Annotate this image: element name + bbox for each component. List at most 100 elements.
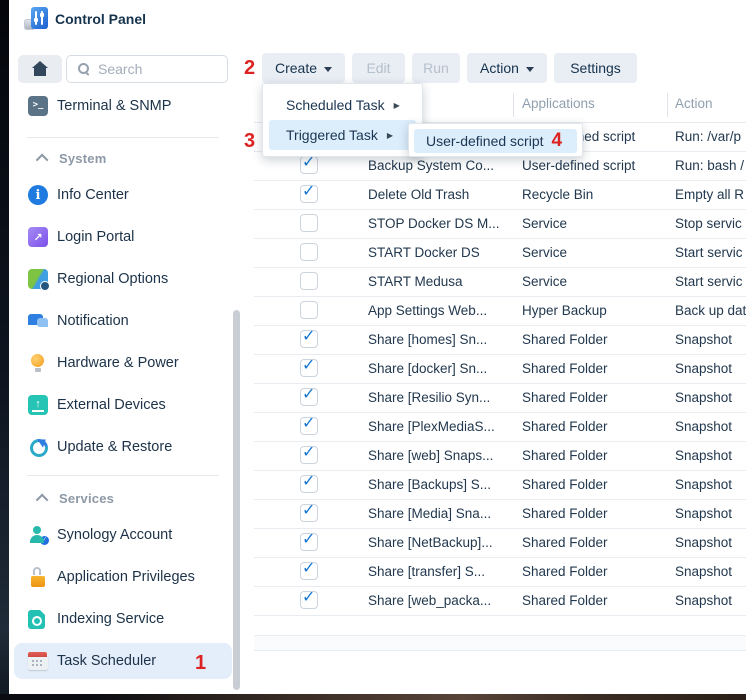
table-row[interactable]: Delete Old TrashRecycle BinEmpty all R [254, 180, 746, 210]
action-cell: Start servic [675, 238, 743, 267]
external-devices-icon [28, 395, 48, 415]
regional-options-icon [28, 269, 48, 289]
sidebar-item-indexing-service[interactable]: Indexing Service [9, 602, 246, 636]
sidebar-item-terminal-snmp[interactable]: Terminal & SNMP [9, 89, 246, 123]
table-row[interactable]: STOP Docker DS M...ServiceStop servic [254, 209, 746, 239]
applications-cell: Shared Folder [522, 354, 668, 383]
checkbox-checked[interactable] [300, 388, 318, 406]
checkbox-unchecked[interactable] [300, 301, 318, 319]
sidebar-item-application-privileges[interactable]: Application Privileges [9, 560, 246, 594]
table-row[interactable]: START MedusaServiceStart servic [254, 267, 746, 297]
chevron-up-icon [36, 153, 49, 166]
sidebar-item-external-devices[interactable]: External Devices [9, 388, 246, 422]
action-cell: Run: /var/p [675, 122, 741, 151]
create-submenu: User-defined script 4 [408, 123, 583, 157]
table-row[interactable]: Share [Resilio Syn...Shared FolderSnapsh… [254, 383, 746, 413]
table-row[interactable]: Share [PlexMediaS...Shared FolderSnapsho… [254, 412, 746, 442]
checkbox-checked[interactable] [300, 533, 318, 551]
create-button[interactable]: Create [262, 53, 345, 83]
table-row[interactable]: Share [transfer] S...Shared FolderSnapsh… [254, 557, 746, 587]
button-label: Edit [366, 60, 390, 76]
action-cell: Start servic [675, 267, 743, 296]
table-row[interactable]: Share [Media] Sna...Shared FolderSnapsho… [254, 499, 746, 529]
column-header-applications[interactable]: Applications [522, 96, 595, 111]
sidebar: Terminal & SNMP System Info Center Login Po… [9, 38, 246, 694]
home-button[interactable] [18, 55, 62, 83]
edit-button: Edit [352, 53, 405, 83]
sidebar-item-update-restore[interactable]: Update & Restore [9, 430, 246, 464]
menu-item-scheduled-task[interactable]: Scheduled Task [269, 90, 416, 120]
sidebar-item-hardware-power[interactable]: Hardware & Power [9, 346, 246, 380]
search-input[interactable] [96, 60, 210, 78]
annotation-3: 3 [244, 131, 255, 151]
checkbox-checked[interactable] [300, 156, 318, 174]
applications-cell: Shared Folder [522, 441, 668, 470]
sidebar-item-label: Terminal & SNMP [57, 98, 171, 114]
task-name-cell: START Medusa [368, 267, 516, 296]
table-row[interactable]: Share [Backups] S...Shared FolderSnapsho… [254, 470, 746, 500]
checkbox-checked[interactable] [300, 446, 318, 464]
applications-cell: Service [522, 238, 668, 267]
applications-cell: Recycle Bin [522, 180, 668, 209]
sidebar-item-synology-account[interactable]: Synology Account [9, 518, 246, 552]
task-name-cell: Share [web_packa... [368, 586, 516, 615]
button-label: Create [275, 60, 317, 76]
task-name-cell: Share [docker] Sn... [368, 354, 516, 383]
chevron-down-icon [324, 67, 332, 72]
sidebar-section-divider [27, 475, 219, 476]
sidebar-item-info-center[interactable]: Info Center [9, 178, 246, 212]
task-name-cell: App Settings Web... [368, 296, 516, 325]
sidebar-item-label: Notification [57, 313, 129, 329]
column-separator [667, 93, 668, 117]
checkbox-checked[interactable] [300, 504, 318, 522]
checkbox-checked[interactable] [300, 359, 318, 377]
sidebar-item-regional-options[interactable]: Regional Options [9, 262, 246, 296]
checkbox-unchecked[interactable] [300, 272, 318, 290]
column-header-action[interactable]: Action [675, 96, 713, 111]
terminal-icon [28, 96, 48, 116]
checkbox-checked[interactable] [300, 562, 318, 580]
checkbox-unchecked[interactable] [300, 214, 318, 232]
table-row[interactable]: Share [web_packa...Shared FolderSnapshot [254, 586, 746, 616]
sidebar-item-task-scheduler[interactable]: Task Scheduler [9, 644, 246, 678]
table-row[interactable]: App Settings Web...Hyper BackupBack up d… [254, 296, 746, 326]
checkbox-checked[interactable] [300, 185, 318, 203]
checkbox-checked[interactable] [300, 475, 318, 493]
run-button: Run [412, 53, 460, 83]
menu-item-triggered-task[interactable]: Triggered Task [269, 120, 416, 150]
indexing-service-icon [28, 610, 45, 629]
menu-item-user-defined-script[interactable]: User-defined script 4 [414, 129, 577, 153]
settings-button[interactable]: Settings [554, 53, 637, 83]
sidebar-item-notification[interactable]: Notification [9, 304, 246, 338]
screen: Control Panel Terminal & SNMPSystemInfo … [0, 0, 746, 700]
checkbox-unchecked[interactable] [300, 243, 318, 261]
submenu-arrow-icon [394, 101, 400, 110]
task-name-cell: Share [transfer] S... [368, 557, 516, 586]
task-name-cell: Share [Media] Sna... [368, 499, 516, 528]
table-footer-band [254, 635, 746, 650]
table-row[interactable]: Share [NetBackup]...Shared FolderSnapsho… [254, 528, 746, 558]
sidebar-item-login-portal[interactable]: Login Portal [9, 220, 246, 254]
sidebar-section-services[interactable]: Services [9, 488, 246, 508]
checkbox-checked[interactable] [300, 417, 318, 435]
applications-cell: Shared Folder [522, 412, 668, 441]
annotation-1: 1 [195, 653, 206, 673]
table-row[interactable]: Share [web] Snaps...Shared FolderSnapsho… [254, 441, 746, 471]
applications-cell: Shared Folder [522, 470, 668, 499]
table-row[interactable]: Share [docker] Sn...Shared FolderSnapsho… [254, 354, 746, 384]
home-icon [34, 68, 46, 76]
table-row[interactable]: Share [homes] Sn...Shared FolderSnapshot [254, 325, 746, 355]
action-button[interactable]: Action [467, 53, 547, 83]
applications-cell: Shared Folder [522, 383, 668, 412]
sidebar-section-system[interactable]: System [9, 148, 246, 168]
task-table: User-defined scriptRun: /var/pBackup Sys… [246, 122, 746, 632]
task-name-cell: START Docker DS [368, 238, 516, 267]
checkbox-checked[interactable] [300, 330, 318, 348]
checkbox-checked[interactable] [300, 591, 318, 609]
sidebar-item-label: Info Center [57, 187, 129, 203]
table-row[interactable]: START Docker DSServiceStart servic [254, 238, 746, 268]
task-scheduler-icon [28, 652, 48, 670]
applications-cell: Service [522, 209, 668, 238]
search-box[interactable] [66, 55, 228, 83]
action-cell: Snapshot [675, 383, 732, 412]
